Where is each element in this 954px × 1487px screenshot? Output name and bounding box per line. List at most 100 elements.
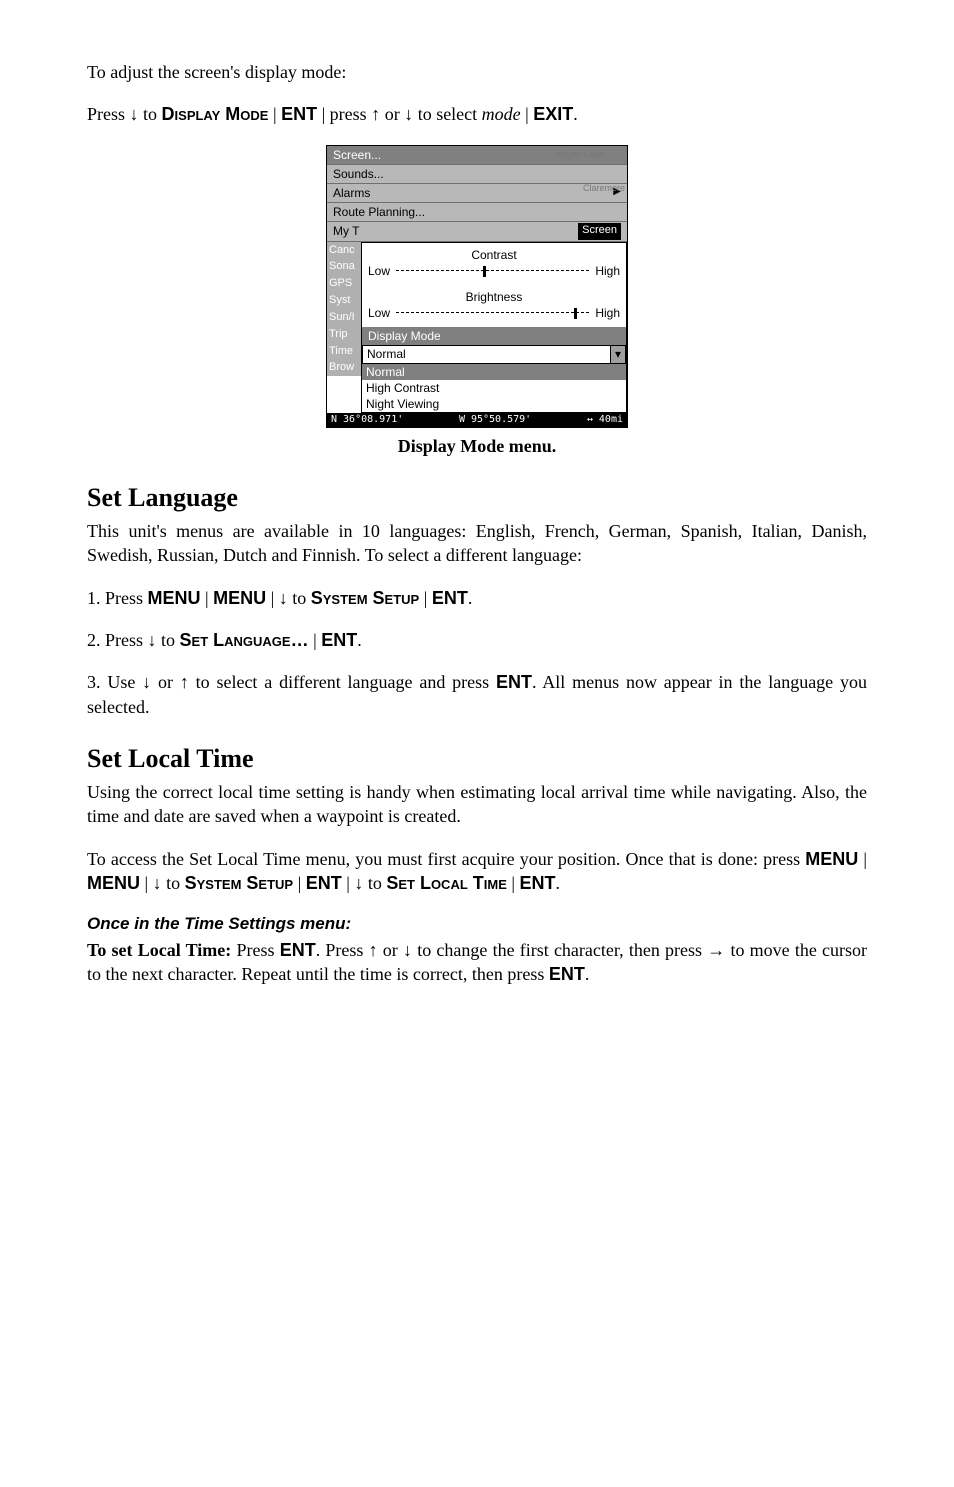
status-lat: N 36°08.971' [331,413,403,427]
text: To access the Set Local Time menu, you m… [87,849,805,869]
exit-key: EXIT [533,104,573,124]
down-arrow-icon: ↓ [403,940,412,960]
display-mode-select[interactable]: Normal ▾ [362,345,626,363]
text: Press [231,940,279,960]
menu-item-screen[interactable]: Screen... [327,146,627,165]
step-1: 1. Press MENU | MENU | ↓ to System Setup… [87,586,867,610]
separator: | [201,588,214,608]
mode-italic: mode [482,104,521,124]
option-high-contrast[interactable]: High Contrast [362,380,626,396]
separator: | [858,849,867,869]
status-bar: N 36°08.971' W 95°50.579' ↔ 40mi [327,413,627,427]
right-arrow-icon: → [707,940,725,960]
separator: | [266,588,279,608]
set-language-intro: This unit's menus are available in 10 la… [87,519,867,568]
brightness-label: Brightness [368,289,620,305]
text: or [378,940,403,960]
text: or [151,672,180,692]
text: . [357,630,362,650]
bold-lead: To set Local Time: [87,940,231,960]
sidebar-item: Canc [327,242,361,259]
menu-item-sounds[interactable]: Sounds... [327,165,627,184]
down-arrow-icon: ↓ [142,672,151,692]
up-arrow-icon: ↑ [369,940,378,960]
ent-key: ENT [281,104,317,124]
menu-item-my-t[interactable]: My T Screen [327,222,627,241]
menu-item-label: Route Planning... [333,204,425,220]
display-mode-header: Display Mode [362,327,626,345]
menu-item-label: My T [333,223,359,239]
intro-text: To adjust the screen's display mode: [87,60,867,84]
display-mode-value: Normal [363,346,610,362]
menu-key: MENU [213,588,266,608]
device-screenshot: ologan Lake Claremore Screen... Sounds..… [326,145,628,428]
ent-key: ENT [496,672,532,692]
sidebar-item: Sun/I [327,309,361,326]
set-local-time-access: To access the Set Local Time menu, you m… [87,847,867,896]
ent-key: ENT [520,873,556,893]
menu-item-label: Sounds... [333,166,384,182]
sidebar-item: GPS [327,275,361,292]
sidebar-item: Time [327,343,361,360]
ent-key: ENT [306,873,342,893]
separator: | [140,873,153,893]
menu-item-label: Alarms [333,185,370,201]
text: to change the first character, then pres… [412,940,707,960]
text: Press [87,104,130,124]
set-local-time-key: Set Local Time [386,873,507,893]
text: to [139,104,162,124]
menu-item-route-planning[interactable]: Route Planning... [327,203,627,222]
menu-key: MENU [87,873,140,893]
separator: | [419,588,432,608]
sidebar-item: Sona [327,258,361,275]
menu-item-label: Screen... [333,147,381,163]
dropdown-arrow-icon[interactable]: ▾ [610,346,625,362]
text: 1. Press [87,588,148,608]
text: . [468,588,473,608]
display-mode-key: Display Mode [162,104,269,124]
brightness-section: Brightness Low High [362,285,626,327]
separator: | [293,873,306,893]
ent-key: ENT [549,964,585,984]
option-normal[interactable]: Normal [362,364,626,380]
low-label: Low [368,305,390,321]
sidebar-item: Brow [327,359,361,376]
text: 3. Use [87,672,142,692]
text: . Press [316,940,369,960]
sidebar-item: Trip [327,326,361,343]
text: . [556,873,561,893]
separator: | [268,104,281,124]
contrast-slider[interactable] [396,270,589,272]
contrast-label: Contrast [368,247,620,263]
set-local-time-instruction: To set Local Time: Press ENT. Press ↑ or… [87,938,867,987]
system-setup-key: System Setup [185,873,293,893]
down-arrow-icon: ↓ [130,104,139,124]
step-2: 2. Press ↓ to Set Language… | ENT. [87,628,867,652]
contrast-section: Contrast Low High [362,243,626,285]
separator: | [507,873,520,893]
down-arrow-icon: ↓ [148,630,157,650]
status-scale: ↔ 40mi [587,413,623,427]
sidebar-item: Syst [327,292,361,309]
figure-wrap: ologan Lake Claremore Screen... Sounds..… [87,145,867,428]
separator: | [521,104,534,124]
option-night-viewing[interactable]: Night Viewing [362,396,626,412]
up-arrow-icon: ↑ [180,672,189,692]
down-arrow-icon: ↓ [354,873,363,893]
text: or [380,104,404,124]
menu-key: MENU [148,588,201,608]
text: . [585,964,590,984]
truncated-sidebar: Canc Sona GPS Syst Sun/I Trip Time Brow [327,242,361,377]
display-mode-options: Normal High Contrast Night Viewing [362,364,626,413]
text: to [157,630,180,650]
step-3: 3. Use ↓ or ↑ to select a different lang… [87,670,867,719]
screen-tag: Screen [578,223,621,239]
down-arrow-icon: ↓ [404,104,413,124]
text: to [288,588,311,608]
separator: | [342,873,355,893]
down-arrow-icon: ↓ [279,588,288,608]
heading-set-language: Set Language [87,480,867,515]
ent-key: ENT [280,940,316,960]
menu-item-alarms[interactable]: Alarms▶ [327,184,627,203]
brightness-slider[interactable] [396,312,589,314]
